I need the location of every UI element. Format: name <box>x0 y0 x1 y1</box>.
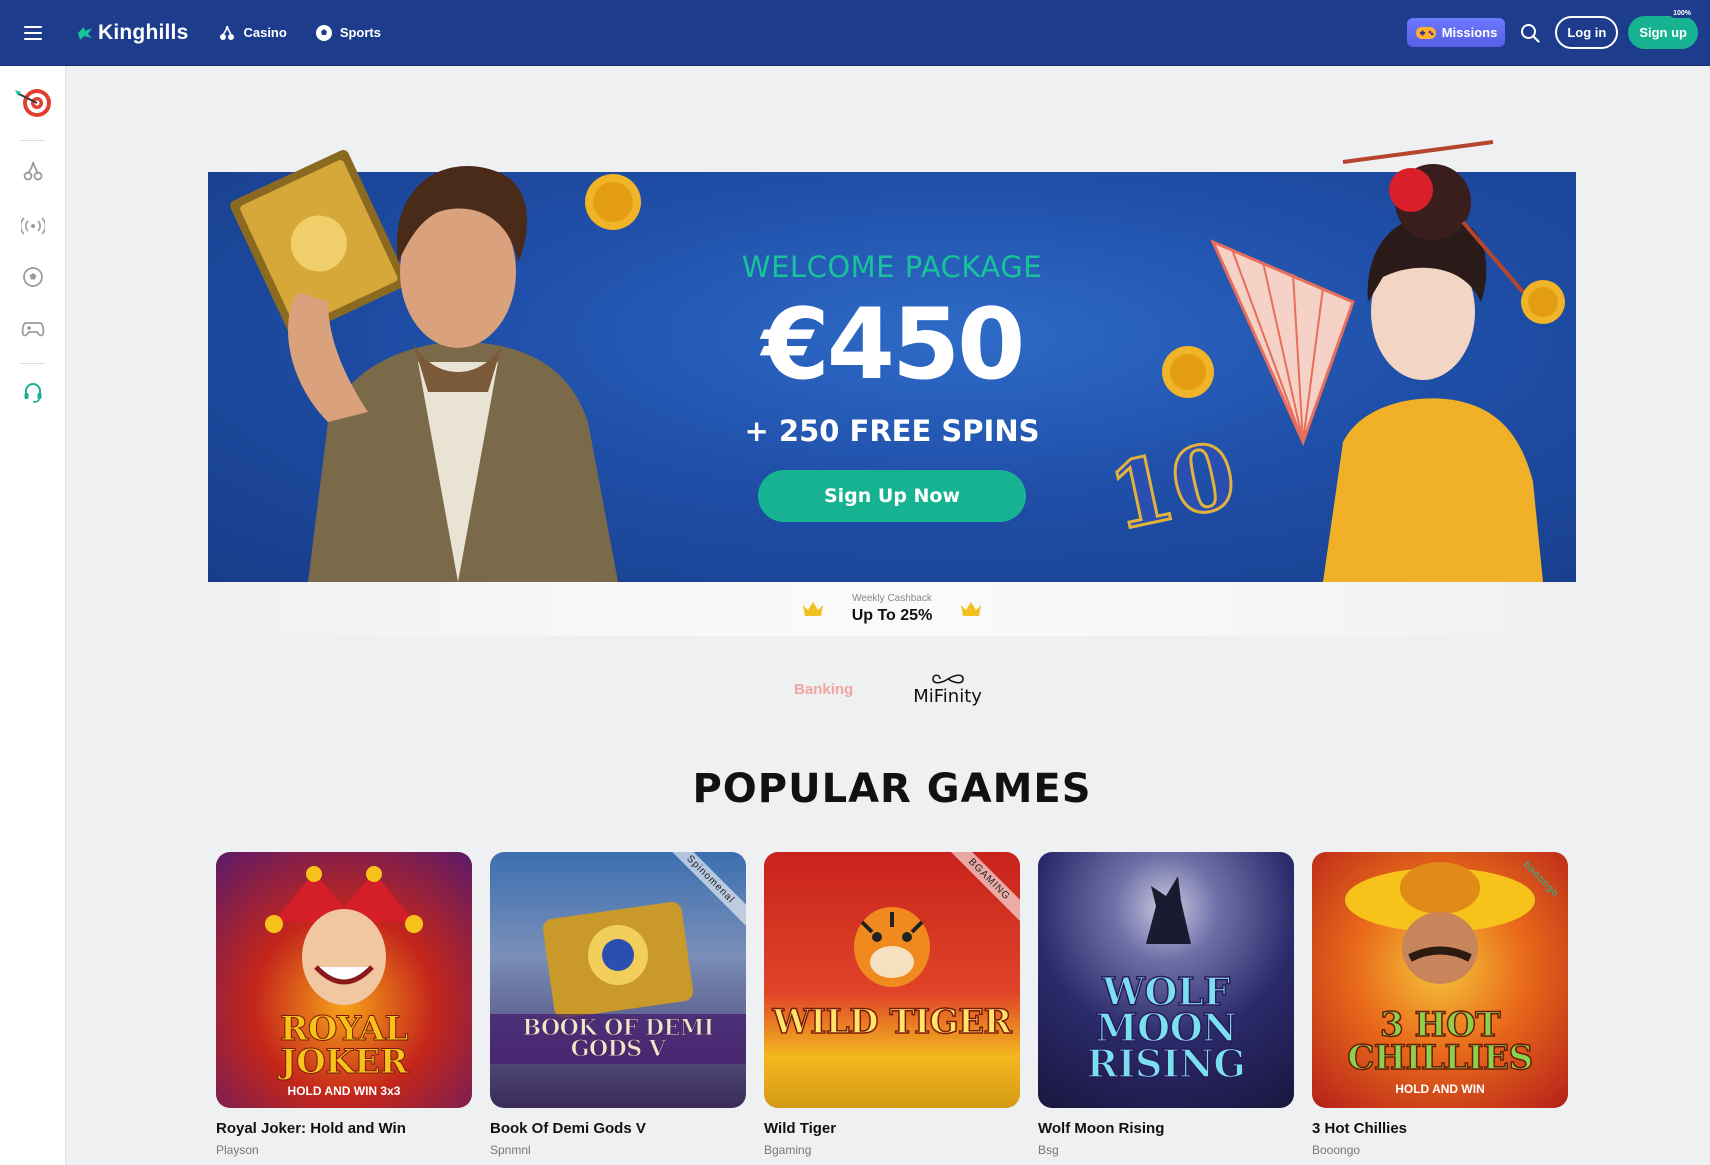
game-thumbnail[interactable]: BGAMING WILD TIGER <box>764 852 1020 1108</box>
banner-eyebrow: WELCOME PACKAGE <box>741 250 1043 284</box>
game-art-title: BOOK OF DEMI GODS V <box>490 1014 746 1064</box>
game-provider: Booongo <box>1312 1143 1361 1157</box>
crown-icon <box>802 602 823 616</box>
game-name[interactable]: Wolf Moon Rising <box>1038 1120 1294 1137</box>
cherry-icon <box>23 161 42 181</box>
missions-label: Missions <box>1441 25 1498 40</box>
wolf-illustration <box>1146 876 1191 944</box>
logo-mark-icon <box>78 26 92 40</box>
support-headset-icon <box>24 383 41 403</box>
banking-label: Banking <box>794 681 854 698</box>
game-art-title: WILD TIGER <box>772 1001 1013 1042</box>
cashback-strip[interactable]: Weekly Cashback Up To 25% <box>208 582 1576 636</box>
game-card-3-hot-chillies[interactable]: booongo 3 HOT CHILLIES HOLD AND WIN 3 Ho… <box>1312 852 1568 1157</box>
game-art-title: ROYAL JOKER <box>280 1009 409 1082</box>
game-art-subtitle: HOLD AND WIN 3x3 <box>287 1084 401 1098</box>
nav-casino[interactable]: Casino <box>218 24 287 42</box>
game-art-subtitle: HOLD AND WIN <box>1395 1082 1485 1096</box>
game-card-wolf-moon-rising[interactable]: WOLF MOON RISING Wolf Moon Rising Bsg <box>1038 852 1294 1157</box>
jester-illustration <box>265 866 423 1005</box>
soccer-ball-icon <box>315 24 332 41</box>
crown-icon <box>961 602 982 616</box>
game-provider: Spnmnl <box>490 1143 531 1157</box>
logo-text: Kinghills <box>98 20 189 44</box>
sidebar <box>0 66 66 1165</box>
login-label: Log in <box>1567 25 1607 40</box>
game-provider: Playson <box>216 1143 259 1157</box>
provider-ribbon: BGAMING <box>940 852 1020 929</box>
banner-spins: + 250 FREE SPINS <box>744 414 1040 448</box>
search-button[interactable] <box>1515 18 1545 48</box>
game-thumbnail[interactable]: WOLF MOON RISING <box>1038 852 1294 1108</box>
game-thumbnail[interactable]: booongo 3 HOT CHILLIES HOLD AND WIN <box>1312 852 1568 1108</box>
game-provider: Bgaming <box>764 1143 812 1157</box>
page: Kinghills Casino Sports Missions Log in … <box>0 0 1710 1165</box>
welcome-banner[interactable]: 10 WELCOME PACKAGE €450 + 250 FREE SPINS… <box>208 140 1576 582</box>
login-button[interactable]: Log in <box>1555 16 1619 49</box>
sidebar-item-games[interactable] <box>0 303 66 355</box>
game-card-royal-joker[interactable]: ROYAL JOKER HOLD AND WIN 3x3 Royal Joker… <box>216 852 472 1157</box>
banner-amount: €450 <box>761 288 1026 402</box>
dart-target-icon <box>14 89 51 117</box>
nav-sports[interactable]: Sports <box>315 24 381 42</box>
top-header: Kinghills Casino Sports Missions Log in … <box>0 0 1710 66</box>
game-art-title: 3 HOT CHILLIES <box>1347 1005 1534 1078</box>
game-card-wild-tiger[interactable]: BGAMING WILD TIGER Wild Tiger Bgaming <box>764 852 1020 1157</box>
infinity-icon <box>931 674 964 684</box>
game-name[interactable]: Royal Joker: Hold and Win <box>216 1120 472 1137</box>
banner-content: WELCOME PACKAGE €450 + 250 FREE SPINS Si… <box>208 172 1576 582</box>
signup-badge: 100% <box>1670 9 1694 18</box>
banking-row: Banking MiFinity <box>0 672 1710 707</box>
games-row: ROYAL JOKER HOLD AND WIN 3x3 Royal Joker… <box>216 852 1568 1157</box>
header-actions: Missions Log in 100% Sign up <box>1406 9 1710 49</box>
cashback-title: Up To 25% <box>851 607 933 624</box>
game-provider: Bsg <box>1038 1143 1059 1157</box>
nav-casino-label: Casino <box>243 25 287 40</box>
mifinity-label: MiFinity <box>913 686 982 707</box>
cherry-icon <box>220 25 235 40</box>
sidebar-item-promotions[interactable] <box>0 66 66 140</box>
sidebar-item-live[interactable] <box>0 201 66 251</box>
signup-button[interactable]: 100% Sign up <box>1628 9 1698 49</box>
sidebar-item-support[interactable] <box>0 364 66 422</box>
sidebar-item-casino[interactable] <box>0 141 66 201</box>
cashback-text: Weekly Cashback Up To 25% <box>852 593 933 625</box>
signup-label: Sign up <box>1639 25 1687 40</box>
nav-sports-label: Sports <box>339 25 381 40</box>
game-name[interactable]: Book Of Demi Gods V <box>490 1120 746 1137</box>
sidebar-item-sports[interactable] <box>0 251 66 303</box>
gamepad-icon <box>1415 26 1436 39</box>
game-card-book-of-demi-gods-v[interactable]: Spinomenal BOOK OF DEMI GODS V Book Of D… <box>490 852 746 1157</box>
hamburger-icon <box>24 25 42 40</box>
soccer-ball-icon <box>22 267 43 287</box>
gamepad-icon <box>21 322 44 337</box>
popular-games-title: POPULAR GAMES <box>692 766 1092 812</box>
game-name[interactable]: Wild Tiger <box>764 1120 1020 1137</box>
menu-button[interactable] <box>0 0 66 66</box>
sign-up-now-button[interactable]: Sign Up Now <box>758 470 1026 522</box>
mariachi-illustration <box>1345 862 1535 984</box>
logo[interactable]: Kinghills <box>76 21 188 45</box>
golden-book-illustration <box>543 902 693 1018</box>
game-art-title: WOLF MOON RISING <box>1086 968 1247 1086</box>
search-icon <box>1521 23 1540 43</box>
mifinity-logo[interactable]: MiFinity <box>913 672 982 707</box>
tiger-illustration <box>854 907 930 987</box>
game-thumbnail[interactable]: Spinomenal BOOK OF DEMI GODS V <box>490 852 746 1108</box>
game-thumbnail[interactable]: ROYAL JOKER HOLD AND WIN 3x3 <box>216 852 472 1108</box>
missions-button[interactable]: Missions <box>1406 18 1506 47</box>
cashback-subtitle: Weekly Cashback <box>852 593 932 604</box>
live-broadcast-icon <box>20 217 45 235</box>
game-name[interactable]: 3 Hot Chillies <box>1312 1120 1568 1137</box>
